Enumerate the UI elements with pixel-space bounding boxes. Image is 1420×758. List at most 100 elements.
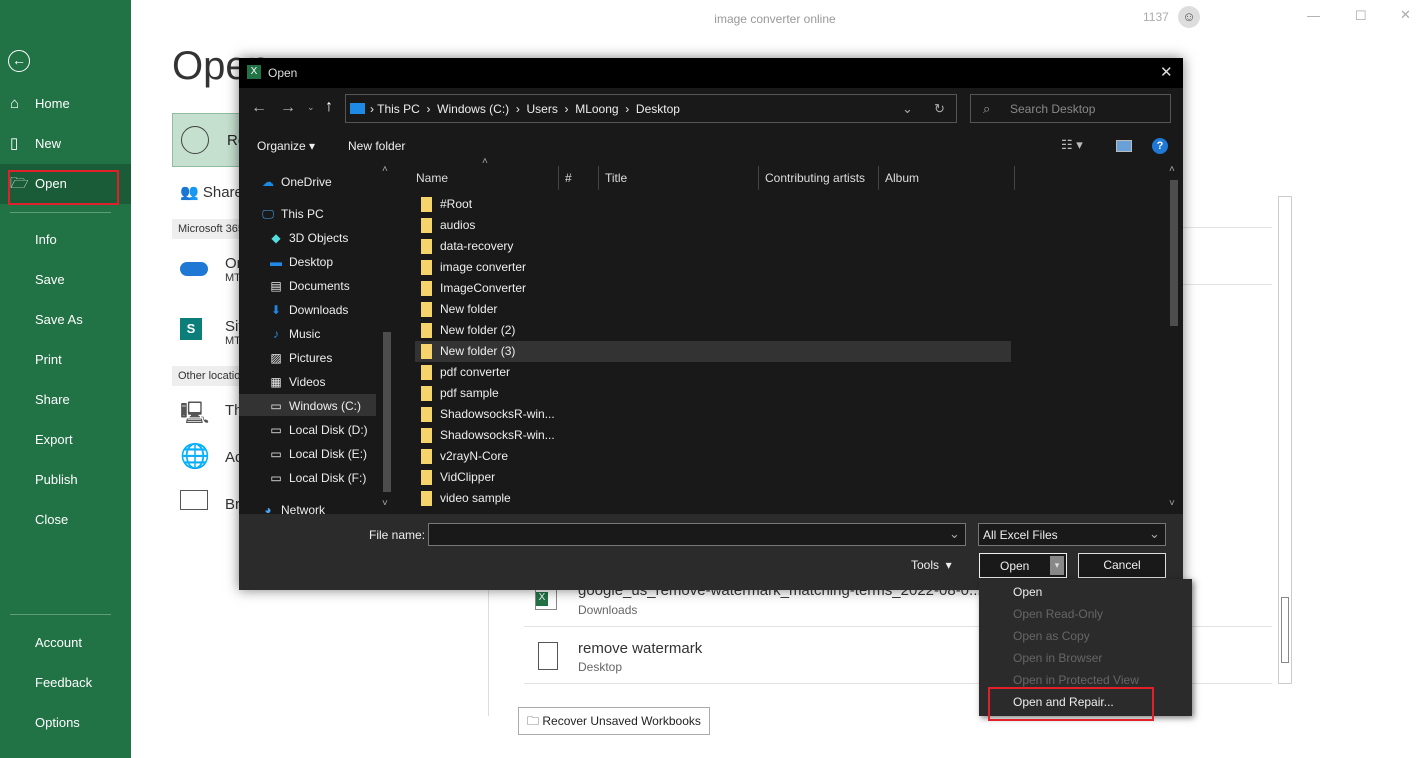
file-row[interactable]: image converter — [415, 257, 1011, 278]
column-album[interactable]: Album — [879, 166, 1015, 190]
recover-unsaved-button[interactable]: 🗀 Recover Unsaved Workbooks — [518, 707, 710, 735]
recent-locations-icon[interactable]: ⌄ — [307, 102, 315, 113]
file-type-select[interactable]: All Excel Files ⌄ — [978, 523, 1166, 546]
crumb[interactable]: This PC — [377, 102, 420, 116]
preview-pane-icon[interactable] — [1116, 140, 1132, 152]
sidebar-item-feedback[interactable]: Feedback — [0, 663, 131, 703]
back-icon[interactable]: ← — [251, 99, 267, 117]
scroll-thumb[interactable] — [1281, 597, 1289, 663]
forward-icon[interactable]: → — [280, 99, 296, 117]
sidebar-item-print[interactable]: Print — [0, 340, 131, 380]
search-input[interactable]: ⌕ Search Desktop — [970, 94, 1171, 123]
chevron-down-icon[interactable]: ⌄ — [902, 101, 913, 117]
refresh-icon[interactable]: ↻ — [934, 101, 945, 117]
column-name[interactable]: Name — [410, 166, 559, 190]
sidebar-item-save-as[interactable]: Save As — [0, 300, 131, 340]
nav-3d-objects[interactable]: ◆ 3D Objects — [267, 226, 348, 250]
file-row[interactable]: data-recovery — [415, 236, 1011, 257]
crumb[interactable]: Desktop — [636, 102, 680, 116]
dropdown-arrow-icon[interactable]: ▾ — [1050, 556, 1064, 575]
file-row[interactable]: v2rayN-Core — [415, 446, 1011, 467]
chevron-down-icon[interactable]: ⌄ — [1149, 526, 1160, 542]
back-icon[interactable]: ← — [8, 50, 30, 72]
nav-documents[interactable]: ▤ Documents — [267, 274, 349, 298]
crumb[interactable]: Windows (C:) — [437, 102, 509, 116]
scroll-up-icon[interactable]: ˄ — [1169, 164, 1175, 175]
close-window-icon[interactable]: ✕ — [1400, 7, 1411, 23]
column-contributing-artists[interactable]: Contributing artists — [759, 166, 879, 190]
scroll-down-icon[interactable]: ˅ — [1169, 498, 1175, 509]
scroll-up-icon[interactable]: ˄ — [382, 164, 388, 175]
file-scrollbar[interactable]: ˄ ˅ — [1167, 162, 1181, 514]
file-row[interactable]: VidClipper — [415, 467, 1011, 488]
folder-icon — [421, 302, 432, 318]
file-row[interactable]: #Root — [415, 194, 1011, 215]
recent-file-name[interactable]: remove watermark — [578, 640, 702, 657]
crumb[interactable]: Users — [527, 102, 558, 116]
view-options-icon[interactable]: ☷ ▾ — [1061, 137, 1083, 153]
nav-downloads[interactable]: ⬇ Downloads — [267, 298, 348, 322]
scroll-thumb[interactable] — [1170, 180, 1178, 326]
cancel-button[interactable]: Cancel — [1078, 553, 1166, 578]
scroll-down-icon[interactable]: ˅ — [382, 498, 388, 509]
help-icon[interactable]: ? — [1152, 138, 1168, 154]
new-folder-button[interactable]: New folder — [348, 139, 405, 153]
minimize-icon[interactable]: — — [1307, 8, 1320, 23]
file-name: ShadowsocksR-win... — [440, 428, 555, 442]
file-row[interactable]: video sample — [415, 488, 1011, 509]
scroll-thumb[interactable] — [383, 332, 391, 492]
sidebar-item-publish[interactable]: Publish — [0, 460, 131, 500]
sidebar-item-share[interactable]: Share — [0, 380, 131, 420]
open-split-button[interactable]: Open ▾ — [979, 553, 1067, 578]
column-number[interactable]: # — [559, 166, 599, 190]
file-row[interactable]: pdf converter — [415, 362, 1011, 383]
file-row[interactable]: New folder — [415, 299, 1011, 320]
sidebar-item-export[interactable]: Export — [0, 420, 131, 460]
nav-music[interactable]: ♪ Music — [267, 322, 320, 346]
folder-icon — [421, 386, 432, 402]
up-icon[interactable]: ↑ — [325, 98, 333, 116]
sidebar-item-home[interactable]: ⌂ Home — [0, 84, 131, 124]
sidebar-item-info[interactable]: Info — [0, 220, 131, 260]
crumb[interactable]: MLoong — [575, 102, 618, 116]
nav-local-disk-d[interactable]: ▭ Local Disk (D:) — [267, 418, 367, 442]
breadcrumb: › This PC › Windows (C:) › Users › MLoon… — [370, 102, 680, 116]
nav-desktop[interactable]: ▬ Desktop — [267, 250, 333, 274]
sidebar-item-options[interactable]: Options — [0, 703, 131, 743]
address-bar[interactable]: › This PC › Windows (C:) › Users › MLoon… — [345, 94, 957, 123]
maximize-icon[interactable]: ☐ — [1355, 8, 1367, 24]
sidebar-item-save[interactable]: Save — [0, 260, 131, 300]
file-row[interactable]: New folder (2) — [415, 320, 1011, 341]
file-row[interactable]: pdf sample — [415, 383, 1011, 404]
scrollbar[interactable] — [1278, 196, 1292, 684]
nav-local-disk-f[interactable]: ▭ Local Disk (F:) — [267, 466, 366, 490]
sidebar-item-new[interactable]: ▯ New — [0, 124, 131, 164]
sidebar-item-close[interactable]: Close — [0, 500, 131, 540]
nav-videos[interactable]: ▦ Videos — [267, 370, 325, 394]
nav-local-disk-e[interactable]: ▭ Local Disk (E:) — [267, 442, 367, 466]
nav-windows-c[interactable]: ▭ Windows (C:) — [267, 394, 361, 418]
nav-onedrive[interactable]: ☁ OneDrive — [259, 170, 332, 194]
close-icon[interactable]: ✕ — [1160, 63, 1173, 81]
organize-button[interactable]: Organize ▾ — [257, 139, 315, 153]
sidebar-item-account[interactable]: Account — [0, 623, 131, 663]
tools-button[interactable]: Tools ▾ — [911, 558, 952, 572]
file-name: VidClipper — [440, 470, 496, 484]
file-name: audios — [440, 218, 476, 232]
account-icon[interactable]: ☺ — [1178, 6, 1200, 28]
file-row[interactable]: ImageConverter — [415, 278, 1011, 299]
chevron-down-icon[interactable]: ⌄ — [949, 526, 960, 542]
highlight-box — [988, 687, 1154, 721]
menu-item-open[interactable]: Open — [1013, 581, 1042, 603]
file-row[interactable]: audios — [415, 215, 1011, 236]
file-name-input[interactable]: ⌄ — [428, 523, 966, 546]
nav-scrollbar[interactable]: ˄ ˅ — [380, 162, 394, 514]
column-title[interactable]: Title — [599, 166, 759, 190]
file-name: #Root — [440, 197, 473, 211]
file-row[interactable]: ShadowsocksR-win... — [415, 404, 1011, 425]
nav-pictures[interactable]: ▨ Pictures — [267, 346, 332, 370]
sidebar-label: New — [35, 136, 62, 151]
file-row[interactable]: New folder (3) — [415, 341, 1011, 362]
file-row[interactable]: ShadowsocksR-win... — [415, 425, 1011, 446]
nav-this-pc[interactable]: 🖵 This PC — [259, 202, 323, 226]
